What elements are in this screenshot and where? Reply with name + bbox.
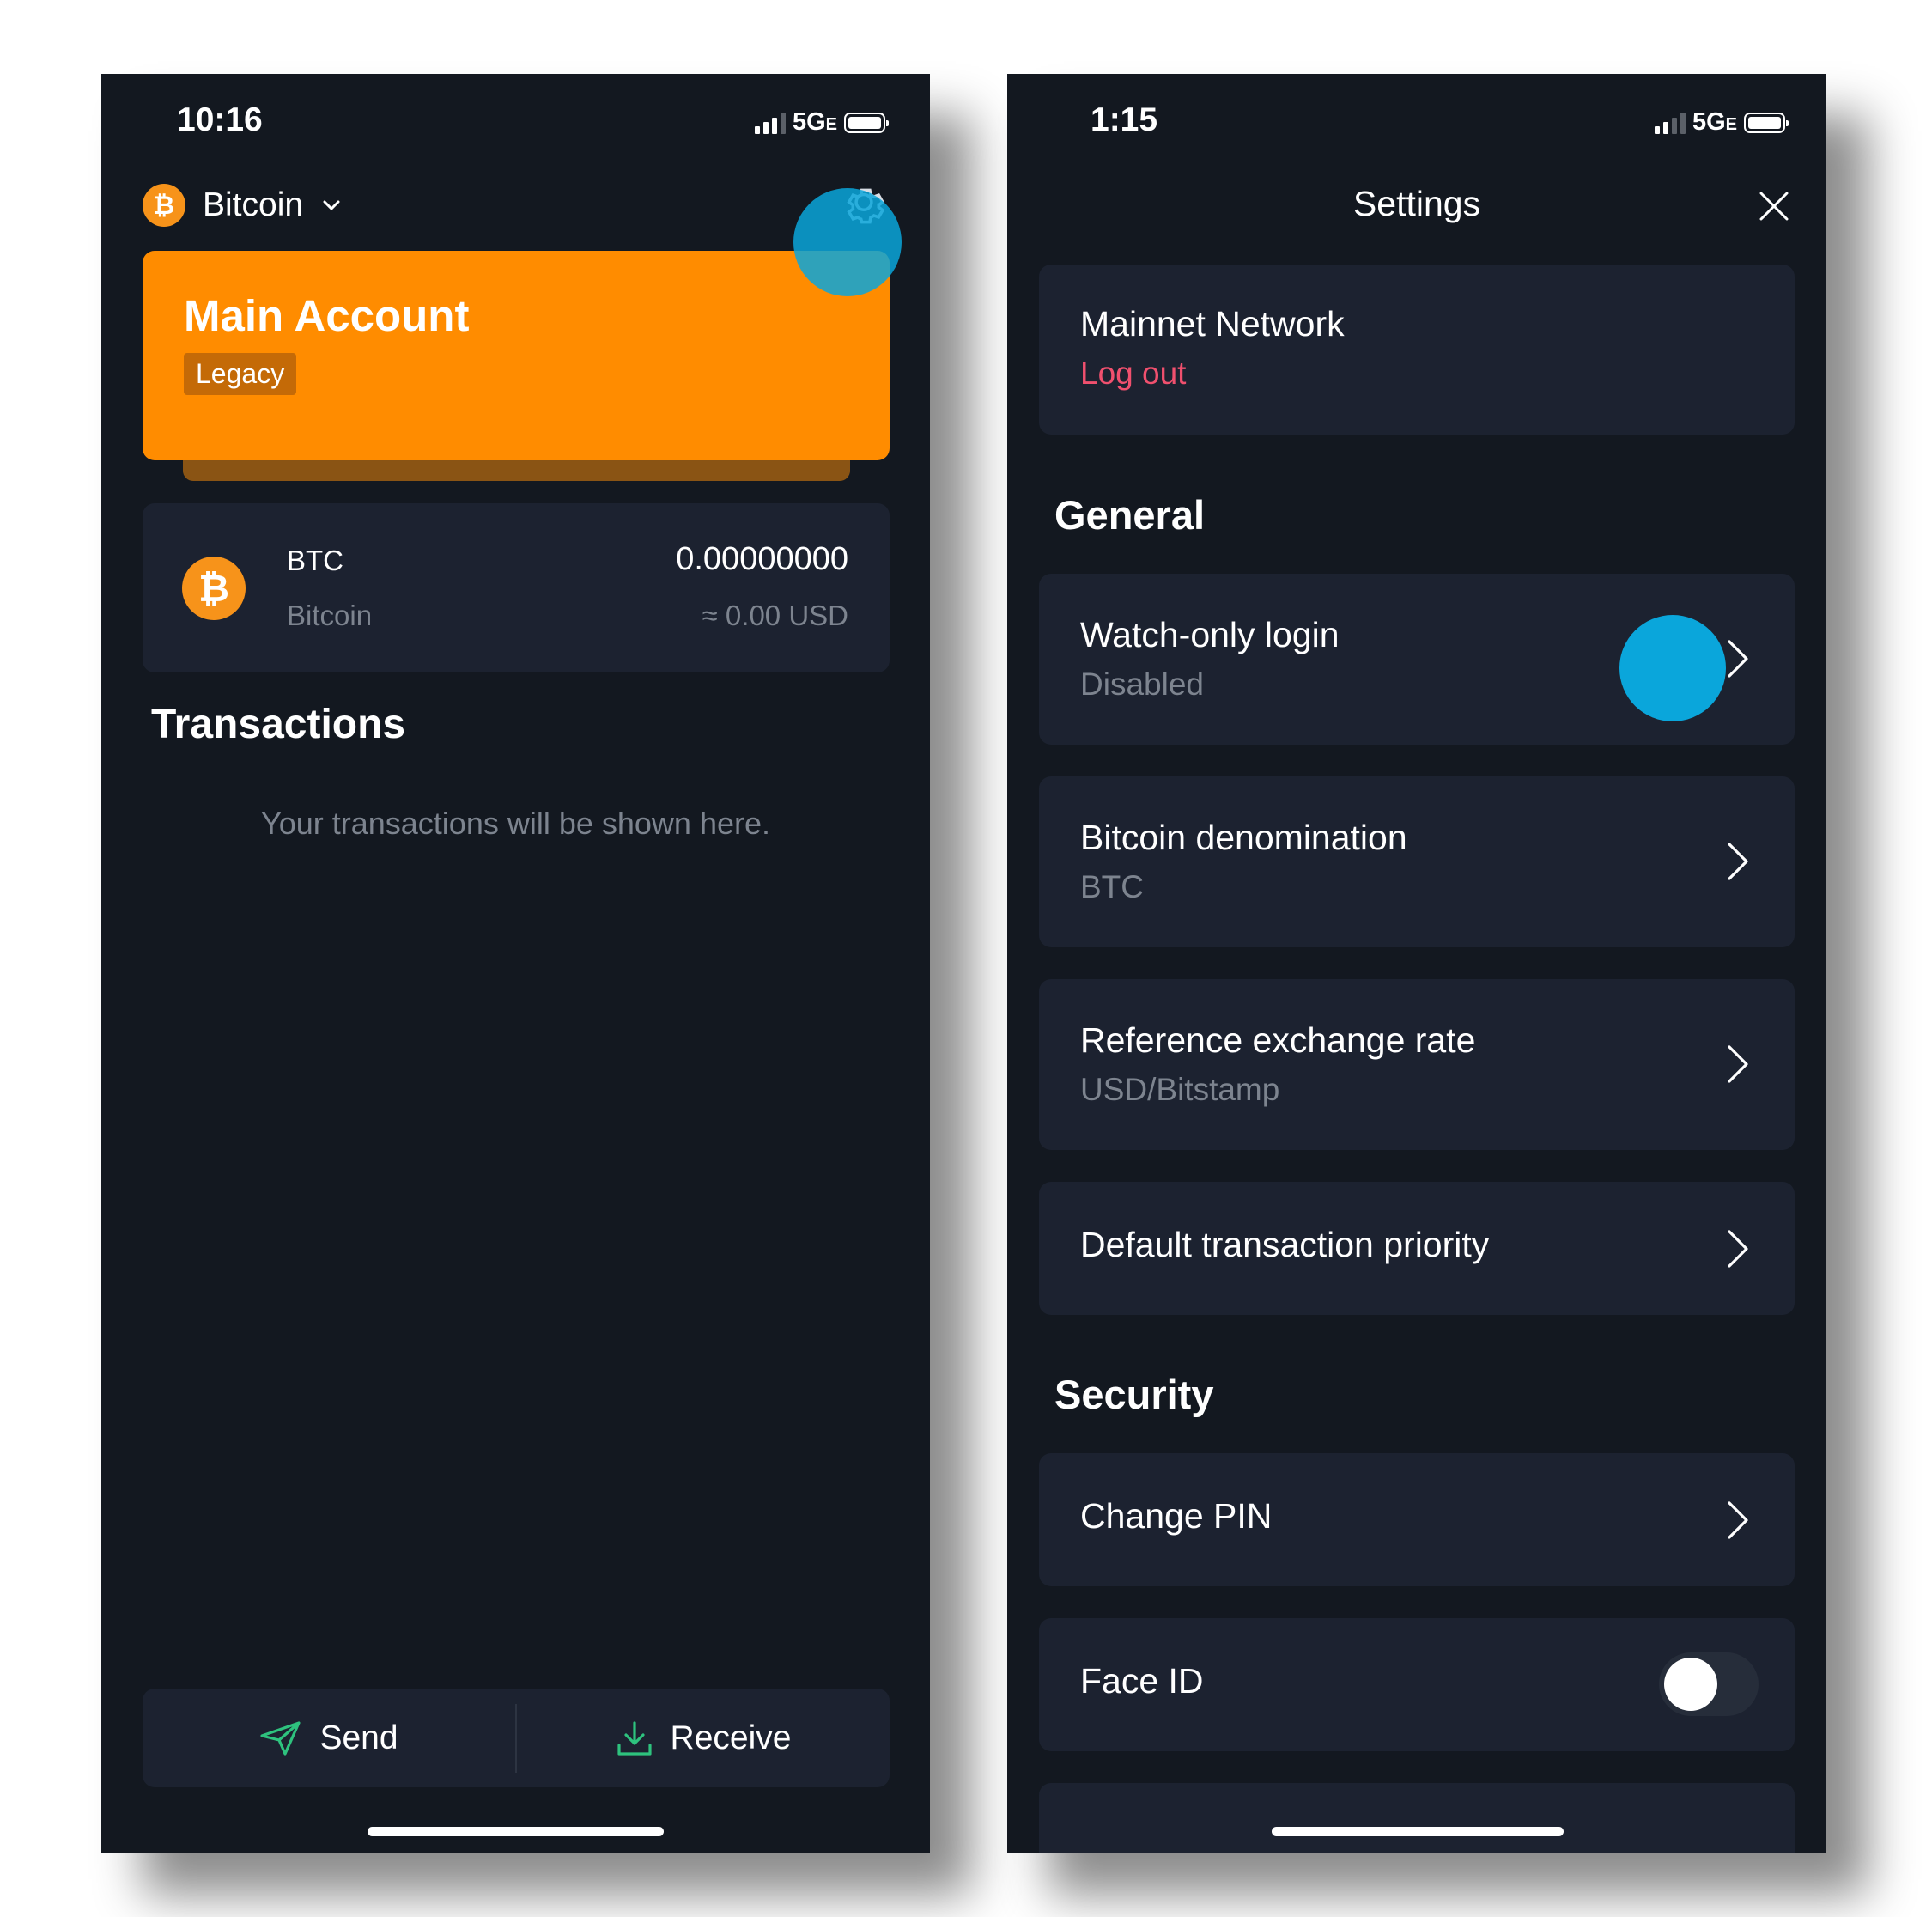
face-id-toggle[interactable]: [1659, 1652, 1759, 1716]
setting-title: Watch-only login: [1080, 615, 1340, 654]
setting-title: Bitcoin denomination: [1080, 818, 1407, 857]
coin-selector[interactable]: ₿ Bitcoin: [143, 184, 343, 227]
setting-reference-exchange-rate[interactable]: Reference exchange rate USD/Bitstamp: [1039, 979, 1795, 1150]
asset-balance: 0.00000000: [676, 541, 848, 577]
download-icon: [617, 1720, 652, 1756]
logout-link[interactable]: Log out: [1080, 356, 1186, 392]
chevron-down-icon: [323, 200, 340, 210]
chevron-right-icon: [1728, 1501, 1748, 1539]
tap-indicator: [1619, 615, 1726, 721]
asset-fiat-value: ≈ 0.00 USD: [702, 599, 848, 631]
status-bar-right: 5GE: [754, 108, 889, 137]
send-button[interactable]: Send: [143, 1689, 515, 1787]
asset-row-btc[interactable]: ₿ BTC Bitcoin 0.00000000 ≈ 0.00 USD: [143, 503, 890, 672]
asset-symbol: BTC: [287, 545, 343, 576]
wallet-screen: 10:16 5GE ₿ Bitcoin Main Account Legacy …: [101, 74, 930, 1853]
transactions-empty-text: Your transactions will be shown here.: [261, 806, 770, 841]
receive-button[interactable]: Receive: [517, 1689, 890, 1787]
network-label: 5GE: [1692, 108, 1737, 136]
setting-value: BTC: [1080, 869, 1144, 904]
setting-title: Face ID: [1080, 1661, 1204, 1701]
setting-title: Change PIN: [1080, 1496, 1273, 1536]
asset-name: Bitcoin: [287, 599, 373, 631]
setting-value: Disabled: [1080, 666, 1204, 702]
signal-icon: [754, 112, 786, 134]
home-indicator: [368, 1827, 664, 1836]
setting-face-id: Face ID: [1039, 1618, 1795, 1751]
setting-title: Default transaction priority: [1080, 1225, 1490, 1264]
setting-title: Reference exchange rate: [1080, 1020, 1476, 1060]
chevron-right-icon: [1728, 640, 1748, 678]
account-type-badge: Legacy: [184, 353, 297, 395]
close-icon[interactable]: [1759, 191, 1789, 222]
signal-icon: [1654, 112, 1686, 134]
section-security-title: Security: [1054, 1372, 1214, 1417]
action-bar: Send Receive: [143, 1689, 890, 1787]
transactions-title: Transactions: [151, 702, 406, 747]
setting-row-partial: [1039, 1783, 1795, 1853]
network-label: 5GE: [792, 108, 837, 136]
chevron-right-icon: [1728, 843, 1748, 880]
account-card[interactable]: Main Account Legacy: [143, 251, 890, 460]
setting-change-pin[interactable]: Change PIN: [1039, 1453, 1795, 1586]
battery-icon: [1744, 112, 1789, 133]
network-card: Mainnet Network Log out: [1039, 265, 1795, 435]
coin-name: Bitcoin: [203, 186, 304, 223]
setting-default-transaction-priority[interactable]: Default transaction priority: [1039, 1182, 1795, 1315]
battery-icon: [844, 112, 889, 133]
status-bar-right: 5GE: [1654, 108, 1789, 137]
network-name: Mainnet Network: [1080, 304, 1345, 344]
status-time: 10:16: [177, 101, 263, 138]
page-title: Settings: [1352, 184, 1481, 223]
svg-text:₿: ₿: [154, 192, 174, 220]
send-label: Send: [319, 1719, 398, 1756]
section-general-title: General: [1054, 492, 1206, 538]
home-indicator: [1272, 1827, 1564, 1836]
chevron-right-icon: [1728, 1045, 1748, 1083]
bitcoin-icon: ₿: [143, 184, 185, 227]
toggle-knob: [1664, 1658, 1717, 1711]
setting-bitcoin-denomination[interactable]: Bitcoin denomination BTC: [1039, 776, 1795, 947]
send-icon: [260, 1720, 301, 1756]
bitcoin-icon: ₿: [182, 557, 246, 620]
status-time: 1:15: [1091, 101, 1158, 138]
tap-indicator: [793, 188, 902, 296]
account-title: Main Account: [184, 291, 470, 340]
chevron-right-icon: [1728, 1230, 1748, 1268]
svg-text:₿: ₿: [198, 568, 229, 610]
receive-label: Receive: [670, 1719, 792, 1756]
settings-screen: 1:15 5GE Settings Mainnet Network Log ou…: [1007, 74, 1826, 1853]
setting-value: USD/Bitstamp: [1080, 1072, 1280, 1107]
